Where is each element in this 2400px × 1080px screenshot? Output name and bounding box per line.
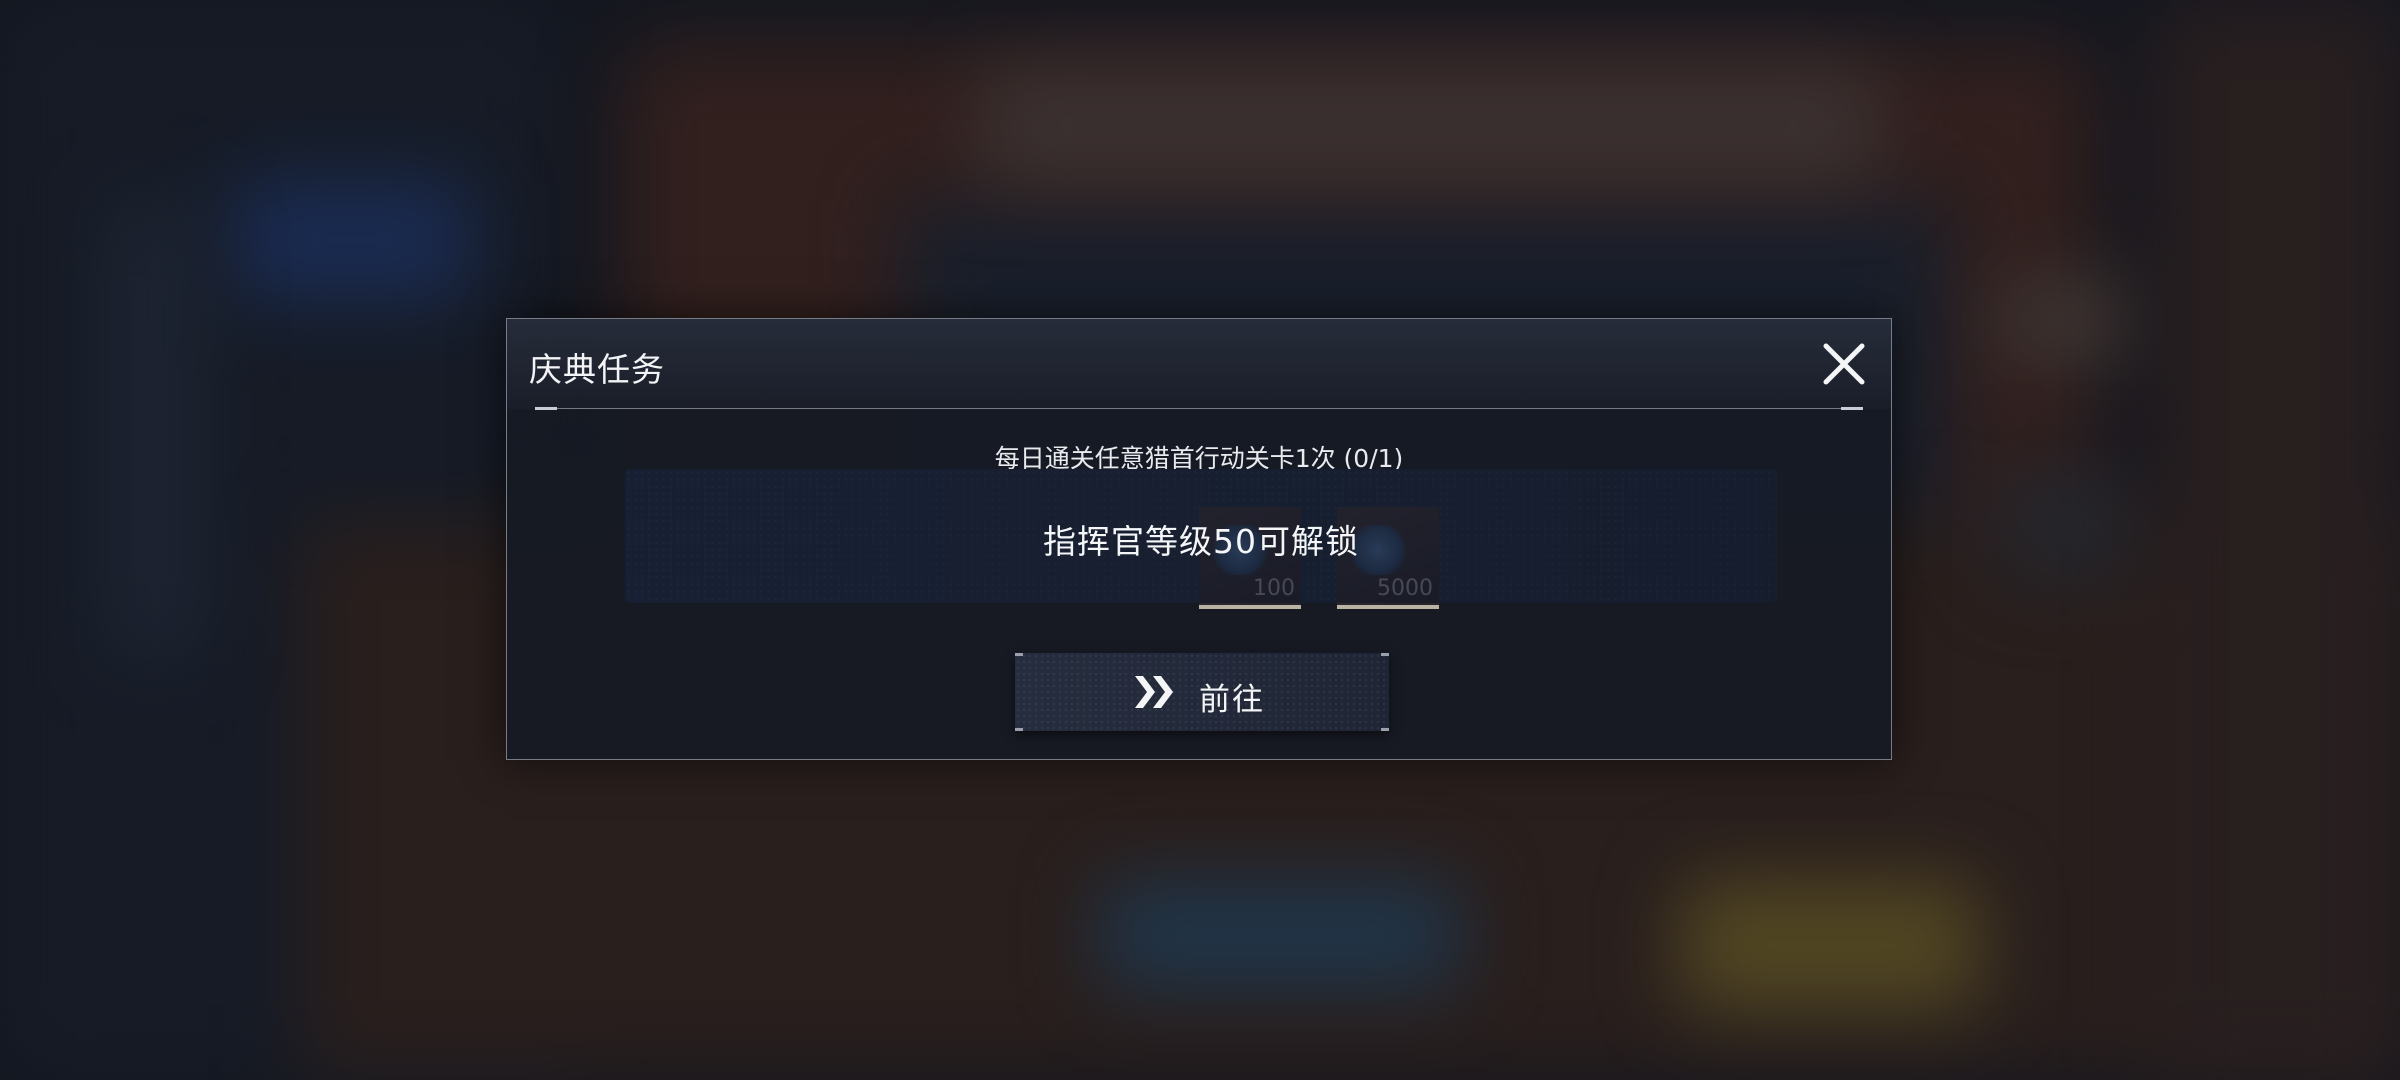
divider-cap-left <box>535 407 557 410</box>
divider-cap-right <box>1841 407 1863 410</box>
double-chevron-right-icon <box>1135 676 1173 708</box>
header-divider <box>535 408 1863 409</box>
dialog-header <box>507 319 1891 409</box>
go-button-label: 前往 <box>1199 682 1265 718</box>
reward-panel: 100 5000 指挥官等级50可解锁 <box>625 469 1777 609</box>
go-button[interactable]: 前往 <box>1015 653 1389 731</box>
celebration-task-dialog: 庆典任务 每日通关任意猎首行动关卡1次 (0/1) 100 5000 指挥官等级… <box>506 318 1892 760</box>
close-icon[interactable] <box>1821 341 1867 387</box>
dialog-title: 庆典任务 <box>529 350 665 389</box>
lock-message: 指挥官等级50可解锁 <box>1043 522 1359 561</box>
